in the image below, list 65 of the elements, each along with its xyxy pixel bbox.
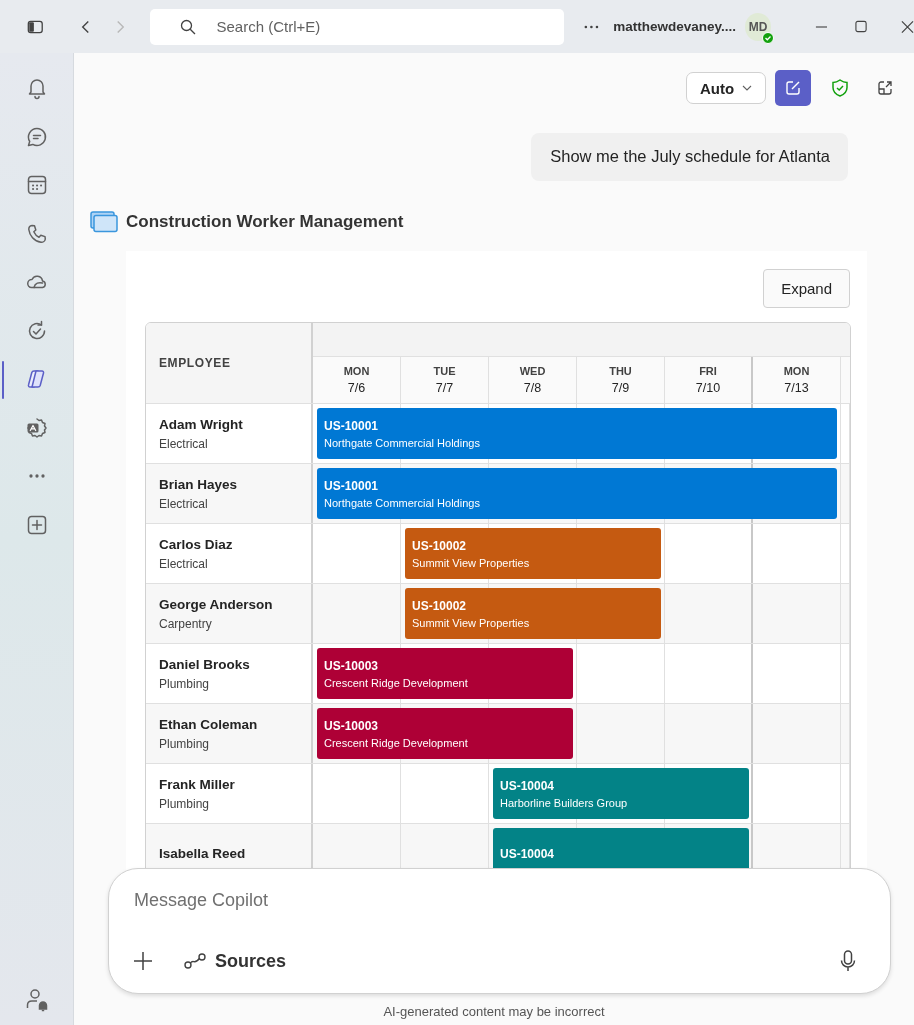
search-field[interactable]: Search (Ctrl+E) — [150, 8, 565, 45]
booking-client: Northgate Commercial Holdings — [324, 496, 480, 509]
booking-bar-segment[interactable] — [317, 708, 401, 759]
employee-name: George Anderson — [159, 596, 274, 612]
employee-name: Frank Miller — [159, 776, 236, 792]
compose-icon — [784, 79, 802, 97]
search-icon — [180, 18, 197, 35]
booking-code: US-10003 — [324, 658, 379, 673]
booking-code: US-10004 — [500, 846, 555, 861]
day-header: MON 7/13 — [753, 357, 841, 403]
apps-icon[interactable] — [24, 415, 49, 440]
employee-role: Plumbing — [159, 796, 211, 811]
chevron-down-icon — [742, 85, 753, 91]
microphone-icon[interactable] — [839, 949, 857, 973]
day-header: MON 7/6 — [313, 357, 401, 403]
booking-client: Summit View Properties — [412, 556, 530, 569]
booking-client: Harborline Builders Group — [500, 796, 628, 809]
employee-role: Carpentry — [159, 616, 213, 631]
employee-role: Plumbing — [159, 676, 211, 691]
employee-name: Brian Hayes — [159, 476, 239, 492]
day-header: TUE 7/7 — [401, 357, 489, 403]
booking-code: US-10001 — [324, 478, 379, 493]
booking-bar-segment[interactable] — [317, 648, 401, 699]
sources-button[interactable]: Sources — [183, 950, 287, 972]
booking-code: US-10002 — [412, 598, 467, 613]
booking-code: US-10004 — [500, 778, 555, 793]
booking-code: US-10001 — [324, 418, 379, 433]
user-message: Show me the July schedule for Atlanta — [531, 133, 848, 181]
user-avatar[interactable]: MD — [745, 12, 772, 41]
booking-client: Crescent Ridge Development — [324, 736, 468, 749]
expand-button[interactable]: Expand — [763, 269, 850, 308]
add-icon[interactable] — [132, 950, 154, 972]
close-icon[interactable] — [901, 19, 914, 34]
shield-check-icon[interactable] — [830, 78, 850, 98]
user-name[interactable]: matthewdevaney.... — [613, 19, 737, 34]
booking-bar-segment[interactable] — [493, 828, 577, 870]
employee-name: Carlos Diaz — [159, 536, 234, 552]
employee-role: Electrical — [159, 436, 209, 451]
disclaimer-text: AI-generated content may be incorrect — [383, 1004, 605, 1019]
employee-name: Isabella Reed — [159, 846, 247, 861]
more-icon[interactable] — [584, 24, 600, 29]
day-header: THU 7/9 — [577, 357, 665, 403]
booking-code: US-10003 — [324, 718, 379, 733]
day-header: FRI 7/10 — [665, 357, 753, 403]
booking-code: US-10002 — [412, 538, 467, 553]
message-field[interactable]: Message Copilot — [132, 889, 857, 912]
day-header: WED 7/8 — [489, 357, 577, 403]
pop-out-icon[interactable] — [877, 80, 893, 96]
booking-bar-segment[interactable] — [665, 828, 749, 870]
employee-name: Daniel Brooks — [159, 656, 251, 672]
booking-client: Northgate Commercial Holdings — [324, 436, 480, 449]
employee-name: Ethan Coleman — [159, 716, 259, 732]
booking-client: Crescent Ridge Development — [324, 676, 468, 689]
sources-icon — [183, 952, 207, 970]
column-header: EMPLOYEE — [146, 323, 313, 403]
booking-client: Summit View Properties — [412, 616, 530, 629]
employee-role: Electrical — [159, 556, 209, 571]
new-chat-button[interactable] — [775, 70, 811, 106]
mode-dropdown[interactable]: Auto — [686, 72, 766, 104]
card-stack-icon — [90, 211, 118, 233]
employee-role: Plumbing — [159, 736, 211, 751]
employee-name: Adam Wright — [159, 416, 244, 432]
employee-role: Electrical — [159, 496, 209, 511]
card-title: Construction Worker Management — [126, 212, 404, 232]
maximize-icon[interactable] — [855, 20, 868, 33]
